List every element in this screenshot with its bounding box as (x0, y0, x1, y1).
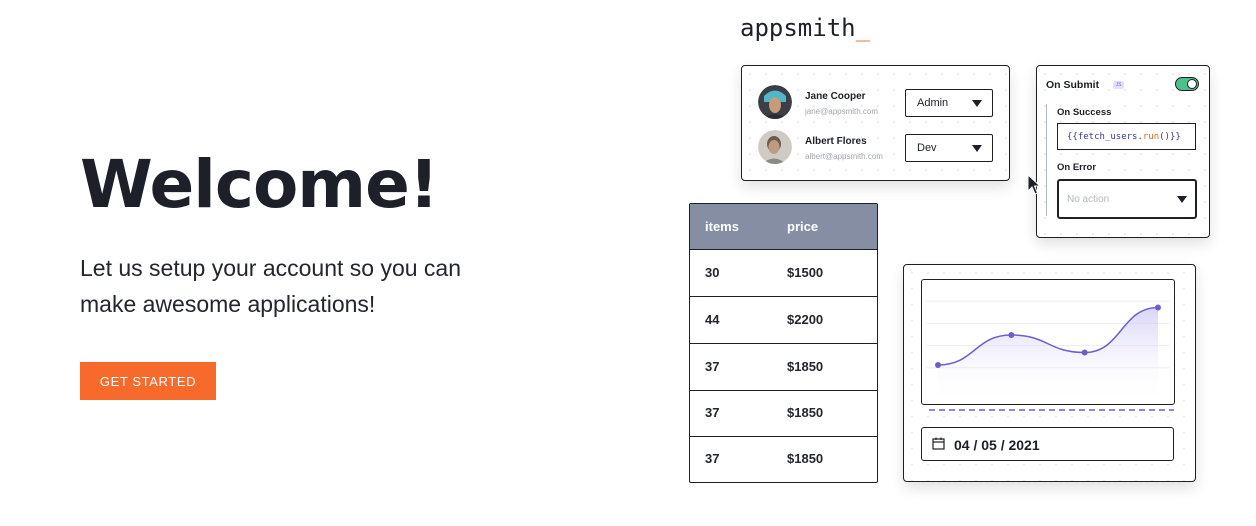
table-row[interactable]: 37 $1850 (690, 436, 877, 482)
logo-text: appsmith (740, 14, 856, 42)
cell-items: 37 (705, 405, 720, 420)
chart-point (935, 362, 941, 368)
toggle-knob (1187, 79, 1197, 89)
code-close: ()}} (1159, 132, 1181, 142)
chart-dashed-baseline (929, 409, 1174, 411)
caret-down-icon (972, 100, 982, 107)
line-chart-svg (926, 300, 1170, 404)
logo-cursor: _ (855, 14, 871, 42)
column-header-price: price (787, 219, 819, 234)
cell-price: $1850 (787, 359, 824, 374)
cell-price: $1850 (787, 405, 824, 420)
js-badge: JS (1113, 81, 1124, 89)
on-submit-title: On Submit (1046, 79, 1100, 91)
caret-down-icon (972, 145, 982, 152)
cell-price: $2200 (787, 312, 824, 327)
code-object: fetch_users. (1077, 132, 1143, 142)
cell-price: $1500 (787, 265, 824, 280)
code-open: {{ (1067, 132, 1078, 142)
on-success-label: On Success (1057, 107, 1112, 118)
data-table: items price 30 $1500 44 $2200 37 $1850 3… (689, 203, 878, 483)
on-submit-card: On Submit JS On Success {{fetch_users.ru… (1036, 65, 1210, 238)
on-error-select[interactable]: No action (1057, 179, 1197, 219)
chart-area (938, 307, 1158, 404)
welcome-heading: Welcome! (80, 146, 439, 223)
avatar-albert-flores (758, 130, 792, 164)
table-row[interactable]: 30 $1500 (690, 250, 877, 297)
user-name: Jane Cooper (805, 91, 866, 102)
user-row: Jane Cooper jane@appsmith.com Admin (758, 82, 998, 122)
user-email: albert@appsmith.com (805, 152, 883, 161)
cell-price: $1850 (787, 451, 824, 466)
on-success-code-input[interactable]: {{fetch_users.run()}} (1057, 123, 1196, 150)
get-started-button[interactable]: GET STARTED (80, 362, 216, 400)
calendar-icon (932, 437, 945, 450)
chart-point (1155, 304, 1161, 311)
code-function: run (1142, 132, 1160, 142)
date-picker-input[interactable]: 04 / 05 / 2021 (921, 427, 1174, 461)
column-header-items: items (705, 219, 739, 234)
caret-down-icon (1177, 196, 1187, 203)
appsmith-logo: appsmith_ (740, 14, 870, 42)
on-error-label: On Error (1057, 162, 1097, 173)
cell-items: 37 (705, 451, 720, 466)
chart-point (1008, 332, 1015, 338)
chart-card: 04 / 05 / 2021 (903, 264, 1196, 482)
role-select[interactable]: Dev (905, 134, 993, 162)
table-row[interactable]: 44 $2200 (690, 297, 877, 344)
on-submit-toggle[interactable] (1175, 77, 1199, 91)
user-email: jane@appsmith.com (805, 107, 879, 116)
table-header: items price (690, 204, 877, 250)
cell-items: 30 (705, 265, 720, 280)
mouse-pointer-icon (1027, 174, 1042, 195)
cell-items: 44 (705, 312, 720, 327)
chart-point (1081, 349, 1088, 356)
user-name: Albert Flores (805, 136, 867, 147)
role-select-value: Dev (917, 142, 937, 154)
user-row: Albert Flores albert@appsmith.com Dev (758, 127, 998, 167)
date-value: 04 / 05 / 2021 (954, 437, 1040, 453)
avatar-jane-cooper (758, 85, 792, 119)
on-error-placeholder: No action (1067, 194, 1110, 205)
tree-line (1046, 104, 1047, 216)
line-chart (921, 279, 1175, 405)
users-card: Jane Cooper jane@appsmith.com Admin Albe… (741, 65, 1010, 181)
table-row[interactable]: 37 $1850 (690, 344, 877, 391)
welcome-subtitle: Let us setup your account so you can mak… (80, 255, 462, 317)
cell-items: 37 (705, 359, 720, 374)
table-row[interactable]: 37 $1850 (690, 390, 877, 437)
role-select[interactable]: Admin (905, 89, 993, 117)
role-select-value: Admin (917, 97, 949, 109)
